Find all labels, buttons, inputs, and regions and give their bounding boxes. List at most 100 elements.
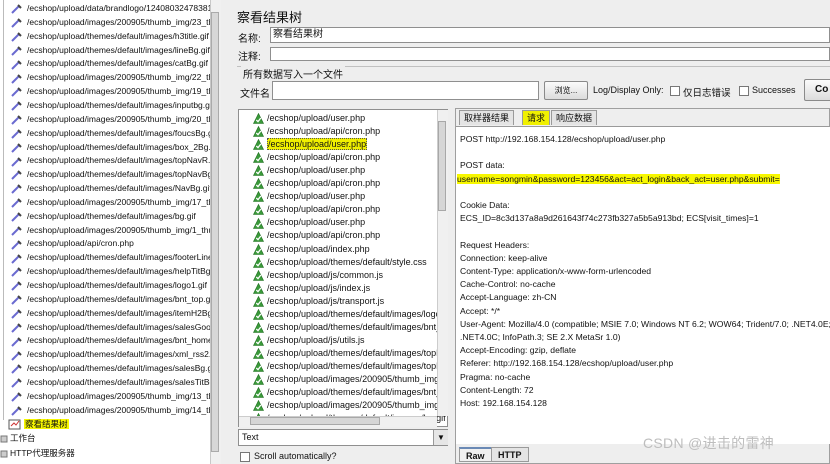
list-vertical-thumb[interactable] xyxy=(438,121,446,211)
request-text-area[interactable]: POST http://192.168.154.128/ecshop/uploa… xyxy=(456,126,830,444)
tree-item-label: /ecshop/upload/themes/default/images/lin… xyxy=(27,44,210,55)
tree-item-view-results-tree[interactable]: 察看结果树 xyxy=(8,418,69,431)
pipette-icon xyxy=(10,100,24,111)
sampler-result-item[interactable]: /ecshop/upload/api/cron.php xyxy=(253,177,380,190)
sampler-result-label: /ecshop/upload/js/utils.js xyxy=(267,334,365,345)
sampler-result-item[interactable]: /ecshop/upload/user.php xyxy=(253,216,365,229)
tree-item-sampler[interactable]: /ecshop/upload/images/200905/thumb_img/1… xyxy=(10,404,220,417)
sampler-result-item[interactable]: /ecshop/upload/api/cron.php xyxy=(253,203,380,216)
sampler-result-label: /ecshop/upload/user.php xyxy=(267,191,366,202)
tree-item-sampler[interactable]: /ecshop/upload/themes/default/images/hel… xyxy=(10,265,221,278)
pipette-icon xyxy=(10,363,24,375)
tree-item-sampler[interactable]: /ecshop/upload/themes/default/images/Nav… xyxy=(10,182,213,195)
errors-only-checkbox[interactable] xyxy=(670,86,680,96)
tree-item-sampler[interactable]: /ecshop/upload/themes/default/images/bnt… xyxy=(10,293,216,306)
pipette-icon xyxy=(10,377,24,388)
success-shield-icon xyxy=(253,152,264,164)
sampler-result-item[interactable]: /ecshop/upload/themes/default/style.css xyxy=(253,256,427,269)
tree-item-sampler[interactable]: /ecshop/upload/themes/default/images/log… xyxy=(10,279,208,292)
sampler-result-item[interactable]: /ecshop/upload/api/cron.php xyxy=(253,229,380,242)
sampler-result-label: /ecshop/upload/api/cron.php xyxy=(267,126,381,137)
tree-item-sampler[interactable]: /ecshop/upload/themes/default/images/fou… xyxy=(10,127,218,140)
tree-scrollbar-thumb[interactable] xyxy=(211,12,219,452)
auto-scroll-checkbox[interactable] xyxy=(240,452,250,462)
sampler-result-item[interactable]: /ecshop/upload/index.php xyxy=(253,243,370,256)
sampler-result-item[interactable]: /ecshop/upload/js/index.js xyxy=(253,282,370,295)
tree-item-sampler[interactable]: /ecshop/upload/images/200905/thumb_img/2… xyxy=(10,71,220,84)
sampler-result-label: /ecshop/upload/user.php xyxy=(267,113,366,123)
name-input[interactable]: 察看结果树 xyxy=(270,27,830,43)
renderer-select[interactable]: Text xyxy=(238,429,448,446)
proxy-server-item[interactable]: HTTP代理服务器 xyxy=(0,447,75,460)
sampler-result-item[interactable]: /ecshop/upload/themes/default/images/top… xyxy=(253,347,447,360)
tab-raw[interactable]: Raw xyxy=(459,447,492,462)
success-shield-icon xyxy=(253,243,264,255)
tree-item-sampler[interactable]: /ecshop/upload/themes/default/images/lin… xyxy=(10,44,211,57)
request-line-text: POST data: xyxy=(460,160,505,171)
sampler-result-item[interactable]: /ecshop/upload/themes/default/images/top… xyxy=(253,360,447,373)
sampler-result-item[interactable]: /ecshop/upload/images/200905/thumb_img/9… xyxy=(253,399,447,412)
pipette-icon xyxy=(10,253,24,264)
tree-item-sampler[interactable]: /ecshop/upload/images/200905/thumb_img/1… xyxy=(10,196,220,209)
sampler-result-item[interactable]: /ecshop/upload/js/transport.js xyxy=(253,295,384,308)
tree-item-sampler[interactable]: /ecshop/upload/themes/default/images/box… xyxy=(10,141,220,154)
tree-item-sampler[interactable]: /ecshop/upload/themes/default/images/sal… xyxy=(10,376,220,389)
tree-item-sampler[interactable]: /ecshop/upload/themes/default/images/top… xyxy=(10,154,220,167)
pipette-icon xyxy=(10,59,24,70)
tree-item-sampler[interactable]: /ecshop/upload/themes/default/images/xml… xyxy=(10,348,220,361)
comment-input[interactable] xyxy=(270,47,830,61)
sampler-result-item[interactable]: /ecshop/upload/api/cron.php xyxy=(253,151,380,164)
request-line: ECS_ID=8c3d137a8a9d261643f74c273fb327a5b… xyxy=(460,212,759,224)
tree-item-label: /ecshop/upload/images/200905/thumb_img/1… xyxy=(27,390,220,401)
tree-item-sampler[interactable]: /ecshop/upload/themes/default/images/sal… xyxy=(10,321,220,334)
filename-input[interactable] xyxy=(272,81,539,100)
tree-item-sampler[interactable]: /ecshop/upload/themes/default/images/bnt… xyxy=(10,334,220,347)
tree-item-sampler[interactable]: /ecshop/upload/themes/default/images/ite… xyxy=(10,307,220,320)
tree-item-sampler[interactable]: /ecshop/upload/data/brandlogo/1240803247… xyxy=(10,2,220,15)
sampler-result-item[interactable]: /ecshop/upload/themes/default/images/bnt… xyxy=(253,321,447,334)
request-line: POST data: xyxy=(460,159,505,171)
sampler-result-item[interactable]: /ecshop/upload/themes/default/images/log… xyxy=(253,308,447,321)
sampler-result-item[interactable]: /ecshop/upload/user.php xyxy=(253,138,368,151)
tree-item-label: /ecshop/upload/themes/default/images/hel… xyxy=(27,266,221,277)
success-shield-icon xyxy=(253,165,264,177)
sampler-result-item[interactable]: /ecshop/upload/js/utils.js xyxy=(253,334,365,347)
tree-item-sampler[interactable]: /ecshop/upload/themes/default/images/bg.… xyxy=(10,210,197,223)
sampler-result-item[interactable]: /ecshop/upload/js/common.js xyxy=(253,269,383,282)
sampler-result-item[interactable]: /ecshop/upload/api/cron.php xyxy=(253,125,380,138)
tree-item-sampler[interactable]: /ecshop/upload/images/200905/thumb_img/1… xyxy=(10,224,220,237)
tab-http[interactable]: HTTP xyxy=(491,447,529,462)
tree-item-sampler[interactable]: /ecshop/upload/themes/default/images/cat… xyxy=(10,57,209,70)
tree-item-sampler[interactable]: /ecshop/upload/images/200905/thumb_img/2… xyxy=(10,16,220,29)
request-line: Content-Length: 72 xyxy=(460,384,534,396)
sampler-result-item[interactable]: /ecshop/upload/user.php xyxy=(253,112,365,125)
sampler-result-item[interactable]: /ecshop/upload/images/200905/thumb_img/2… xyxy=(253,373,447,386)
tree-item-sampler[interactable]: /ecshop/upload/api/cron.php xyxy=(10,237,135,250)
comment-label: 注释: xyxy=(238,52,261,63)
browse-button[interactable]: 浏览... xyxy=(544,81,588,100)
tree-item-sampler[interactable]: /ecshop/upload/themes/default/images/top… xyxy=(10,168,220,181)
configure-button[interactable]: Co xyxy=(804,79,830,101)
sampler-result-item[interactable]: /ecshop/upload/user.php xyxy=(253,190,365,203)
tree-item-sampler[interactable]: /ecshop/upload/themes/default/images/inp… xyxy=(10,99,215,112)
tree-item-sampler[interactable]: /ecshop/upload/themes/default/images/sal… xyxy=(10,362,217,375)
list-horizontal-thumb[interactable] xyxy=(250,417,380,425)
tree-item-label: /ecshop/upload/images/200905/thumb_img/2… xyxy=(27,72,220,83)
tree-item-sampler[interactable]: /ecshop/upload/images/200905/thumb_img/2… xyxy=(10,113,220,126)
tree-item-sampler[interactable]: /ecshop/upload/images/200905/thumb_img/1… xyxy=(10,390,220,403)
sampler-result-item[interactable]: /ecshop/upload/themes/default/images/bnt… xyxy=(253,386,448,399)
tree-item-sampler[interactable]: /ecshop/upload/images/200905/thumb_img/1… xyxy=(10,85,220,98)
tree-item-sampler[interactable]: /ecshop/upload/themes/default/images/h3t… xyxy=(10,30,210,43)
request-line-text: Accept-Language: zh-CN xyxy=(460,292,557,303)
pipette-icon xyxy=(10,391,24,402)
tab-request[interactable]: 请求 xyxy=(522,110,551,125)
workbench-icon xyxy=(0,433,8,444)
tree-item-sampler[interactable]: /ecshop/upload/themes/default/images/foo… xyxy=(10,251,220,264)
tab-sampler-result[interactable]: 取样器结果 xyxy=(459,110,515,125)
chevron-down-icon[interactable]: ▼ xyxy=(433,430,448,445)
sampler-result-item[interactable]: /ecshop/upload/user.php xyxy=(253,164,365,177)
tab-response-data[interactable]: 响应数据 xyxy=(551,110,598,125)
successes-checkbox[interactable] xyxy=(739,86,749,96)
workbench-item[interactable]: 工作台 xyxy=(0,432,36,445)
sampler-result-label: /ecshop/upload/themes/default/images/bnt… xyxy=(267,387,448,398)
